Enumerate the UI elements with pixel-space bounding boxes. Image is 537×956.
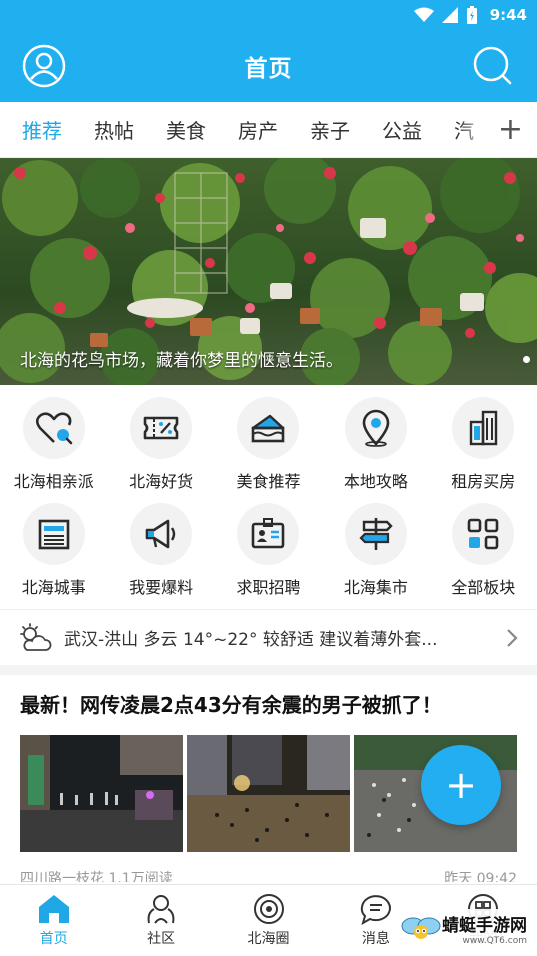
feature-grid: 北海相亲派 北海好货 美食推荐 本地攻略 租房买房 北海城事 我要爆料 求职招聘… (0, 385, 537, 609)
grid-label: 我要爆料 (129, 578, 194, 597)
post-time: 昨天 09:42 (444, 871, 517, 882)
add-tab-icon[interactable]: + (498, 114, 523, 145)
watermark: 蜻蜓手游网 www.QT6.com (396, 909, 531, 948)
community-icon (147, 895, 175, 924)
tab-food[interactable]: 美食 (166, 115, 206, 144)
post-image[interactable] (20, 735, 183, 852)
grid-label: 租房买房 (451, 472, 516, 491)
tab-recommend[interactable]: 推荐 (22, 115, 62, 144)
megaphone-icon (130, 503, 193, 565)
location-pin-icon (344, 397, 407, 459)
banner-carousel[interactable]: 北海的花鸟市场，藏着你梦里的惬意生活。 (0, 158, 537, 385)
cloud-sun-icon (20, 622, 52, 651)
category-tabs: 推荐 热帖 美食 房产 亲子 公益 汽 + (0, 102, 537, 158)
newspaper-icon (22, 503, 85, 565)
grid-item-report[interactable]: 我要爆料 (107, 503, 214, 609)
grid-item-city-news[interactable]: 北海城事 (0, 503, 107, 609)
battery-icon (466, 6, 477, 24)
nav-label: 社区 (147, 931, 176, 947)
signpost-icon (344, 503, 407, 565)
grid-item-food[interactable]: 美食推荐 (215, 397, 322, 503)
coupon-icon (130, 397, 193, 459)
grid-label: 北海城事 (21, 578, 86, 597)
grid-item-market[interactable]: 北海集市 (322, 503, 429, 609)
status-bar: 9:44 (0, 0, 537, 30)
home-icon (38, 895, 69, 923)
grid-label: 全部板块 (451, 578, 516, 597)
search-icon (473, 46, 512, 85)
nav-home[interactable]: 首页 (0, 885, 107, 956)
post-title: 最新！网传凌晨2点43分有余震的男子被抓了！ (20, 693, 442, 717)
wifi-icon (413, 7, 434, 22)
tab-parenting[interactable]: 亲子 (310, 115, 350, 144)
post-image[interactable] (187, 735, 350, 852)
grid-label: 北海集市 (343, 578, 408, 597)
grid-item-jobs[interactable]: 求职招聘 (215, 503, 322, 609)
nav-label: 北海圈 (247, 931, 290, 947)
nav-label: 消息 (361, 931, 390, 947)
heart-search-icon (22, 397, 85, 459)
grid-label: 美食推荐 (236, 472, 301, 491)
carousel-indicator (523, 356, 530, 363)
grid-label: 北海好货 (129, 472, 194, 491)
page-title: 首页 (244, 56, 293, 82)
grid-item-guide[interactable]: 本地攻略 (322, 397, 429, 503)
tab-real-estate[interactable]: 房产 (238, 115, 278, 144)
user-avatar-icon (22, 44, 66, 88)
weather-text: 武汉-洪山 多云 14°~22° 较舒适 建议着薄外套... (64, 630, 438, 650)
buildings-icon (452, 397, 515, 459)
nav-community[interactable]: 社区 (107, 885, 214, 956)
grid-label: 求职招聘 (236, 578, 301, 597)
search-button[interactable] (471, 44, 515, 88)
post-meta: 四川路一枝花 1.1万阅读 昨天 09:42 (20, 868, 517, 882)
watermark-text: 蜻蜓手游网 (442, 916, 527, 936)
grid-item-all-boards[interactable]: 全部板块 (430, 503, 537, 609)
nav-label: 首页 (39, 931, 68, 947)
status-time: 9:44 (489, 6, 527, 24)
circle-feed-icon (253, 894, 284, 924)
watermark-url: www.QT6.com (462, 936, 527, 946)
dragonfly-logo-icon (401, 917, 441, 939)
message-icon (360, 895, 391, 925)
cake-icon (237, 397, 300, 459)
grid-apps-icon (452, 503, 515, 565)
grid-label: 北海相亲派 (13, 472, 94, 491)
grid-item-dating[interactable]: 北海相亲派 (0, 397, 107, 503)
tab-hot-posts[interactable]: 热帖 (94, 115, 134, 144)
tab-charity[interactable]: 公益 (382, 115, 422, 144)
nav-circle[interactable]: 北海圈 (215, 885, 322, 956)
grid-item-goods[interactable]: 北海好货 (107, 397, 214, 503)
grid-label: 本地攻略 (343, 472, 408, 491)
chevron-right-icon (507, 628, 518, 647)
app-header: 首页 (0, 30, 537, 102)
post-author-views: 四川路一枝花 1.1万阅读 (20, 871, 173, 882)
signal-icon (441, 7, 458, 23)
id-card-icon (237, 503, 300, 565)
profile-button[interactable] (22, 44, 66, 88)
tab-fade: + (457, 102, 537, 157)
banner-caption: 北海的花鸟市场，藏着你梦里的惬意生活。 (20, 351, 343, 371)
grid-item-housing[interactable]: 租房买房 (430, 397, 537, 503)
weather-bar[interactable]: 武汉-洪山 多云 14°~22° 较舒适 建议着薄外套... (0, 609, 537, 675)
compose-fab[interactable]: + (421, 745, 501, 825)
